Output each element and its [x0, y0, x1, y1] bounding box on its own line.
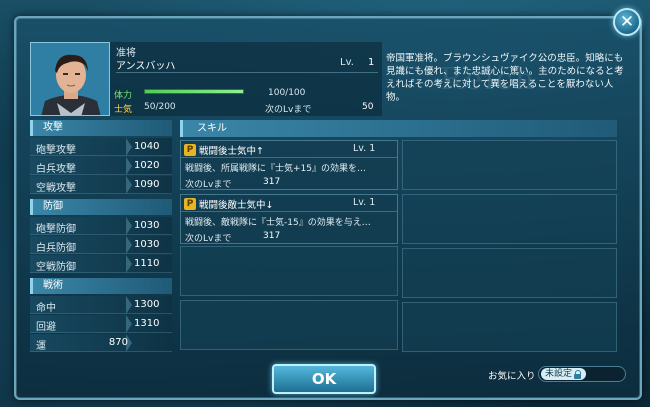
stat-label: 砲撃防御: [36, 224, 76, 235]
stat-value: 1030: [134, 239, 160, 250]
skill-card[interactable]: P 戦闘後士気中↑ Lv. 1 戦闘後、所属戦隊に『士気+15』の効果を… 次の…: [180, 140, 398, 190]
stat-row: 命中 1300: [30, 296, 172, 314]
stat-label: 命中: [36, 303, 56, 314]
morale-value: 50/200: [144, 102, 176, 112]
skill-level: Lv. 1: [353, 197, 376, 208]
skills-section-title: スキル: [180, 120, 617, 137]
divider: [181, 211, 397, 212]
favorite-toggle[interactable]: 未設定: [538, 366, 626, 382]
stat-value: 870: [108, 337, 128, 348]
stat-separator: [126, 315, 132, 333]
close-icon: ✕: [619, 12, 635, 32]
officer-description: 帝国軍准将。ブラウンシュヴァイク公の忠臣。知略にも見識にも優れ、また忠誠心に篤い…: [386, 53, 624, 103]
stat-separator: [126, 157, 132, 175]
skill-description: 戦闘後、所属戦隊に『士気+15』の効果を…: [185, 164, 366, 174]
stat-label: 白兵攻撃: [36, 164, 76, 175]
stat-row: 回避 1310: [30, 315, 172, 333]
stat-separator: [126, 217, 132, 235]
stat-value: 1310: [134, 318, 160, 329]
favorite-state-text: 未設定: [545, 369, 573, 379]
empty-skill-slot[interactable]: [402, 248, 617, 298]
stat-label: 白兵防御: [36, 243, 76, 254]
stat-value: 1300: [134, 299, 160, 310]
level-label: Lv.: [340, 57, 354, 68]
stat-value: 1030: [134, 220, 160, 231]
stat-row: 砲撃攻撃 1040: [30, 138, 172, 156]
favorite-state-pill: 未設定: [541, 368, 587, 380]
hp-bar-fill: [145, 90, 243, 93]
skill-name: 戦闘後敵士気中↓: [199, 200, 274, 211]
stat-label: 回避: [36, 322, 56, 333]
next-level-label: 次のLvまで: [265, 105, 312, 115]
stat-separator: [126, 236, 132, 254]
ok-button[interactable]: OK: [272, 364, 376, 394]
officer-info: 准将 アンスバッハ Lv. 1 体力 100/100 士気 50/200 次のL…: [110, 42, 382, 116]
stat-row: 白兵攻撃 1020: [30, 157, 172, 175]
stat-row: 空戦防御 1110: [30, 255, 172, 273]
morale-label: 士気: [114, 105, 133, 115]
hp-value: 100/100: [268, 88, 306, 98]
stat-row: 運 870: [30, 334, 172, 352]
attack-section-title: 攻撃: [30, 120, 172, 136]
defense-section-title: 防御: [30, 199, 172, 215]
empty-skill-slot[interactable]: [180, 246, 398, 296]
stat-value: 1090: [134, 179, 160, 190]
lock-icon: [574, 369, 582, 379]
skill-name: 戦闘後士気中↑: [199, 146, 264, 157]
skill-description: 戦闘後、敵戦隊に『士気-15』の効果を与え…: [185, 218, 371, 228]
stat-label: 空戦攻撃: [36, 183, 76, 194]
stat-label: 運: [36, 341, 46, 352]
stat-separator: [126, 255, 132, 273]
officer-portrait: [30, 42, 110, 116]
skill-next-level-value: 317: [263, 231, 281, 241]
level-value: 1: [368, 57, 375, 68]
stat-separator: [126, 138, 132, 156]
stat-row: 白兵防御 1030: [30, 236, 172, 254]
stat-separator: [126, 176, 132, 194]
empty-skill-slot[interactable]: [402, 140, 617, 190]
officer-name: アンスバッハ: [116, 61, 176, 72]
next-level-value: 50: [362, 102, 374, 112]
passive-badge-icon: P: [184, 198, 196, 210]
passive-badge-icon: P: [184, 144, 196, 156]
stat-value: 1020: [134, 160, 160, 171]
skill-next-level-label: 次のLvまで: [185, 234, 232, 244]
skill-next-level-label: 次のLvまで: [185, 180, 232, 190]
stat-value: 1040: [134, 141, 160, 152]
empty-skill-slot[interactable]: [402, 194, 617, 244]
hp-label: 体力: [114, 91, 133, 101]
stat-row: 砲撃防御 1030: [30, 217, 172, 235]
stat-row: 空戦攻撃 1090: [30, 176, 172, 194]
stat-label: 空戦防御: [36, 262, 76, 273]
tactics-section-title: 戦術: [30, 278, 172, 294]
skill-next-level-value: 317: [263, 177, 281, 187]
stat-value: 1110: [134, 258, 160, 269]
divider: [181, 157, 397, 158]
skill-card[interactable]: P 戦闘後敵士気中↓ Lv. 1 戦闘後、敵戦隊に『士気-15』の効果を与え… …: [180, 194, 398, 244]
skill-level: Lv. 1: [353, 143, 376, 154]
stat-separator: [126, 296, 132, 314]
divider: [116, 72, 378, 73]
favorite-label: お気に入り: [488, 371, 536, 382]
empty-skill-slot[interactable]: [402, 302, 617, 352]
stat-label: 砲撃攻撃: [36, 145, 76, 156]
hp-bar: [144, 89, 244, 94]
close-button[interactable]: ✕: [613, 8, 641, 36]
empty-skill-slot[interactable]: [180, 300, 398, 350]
